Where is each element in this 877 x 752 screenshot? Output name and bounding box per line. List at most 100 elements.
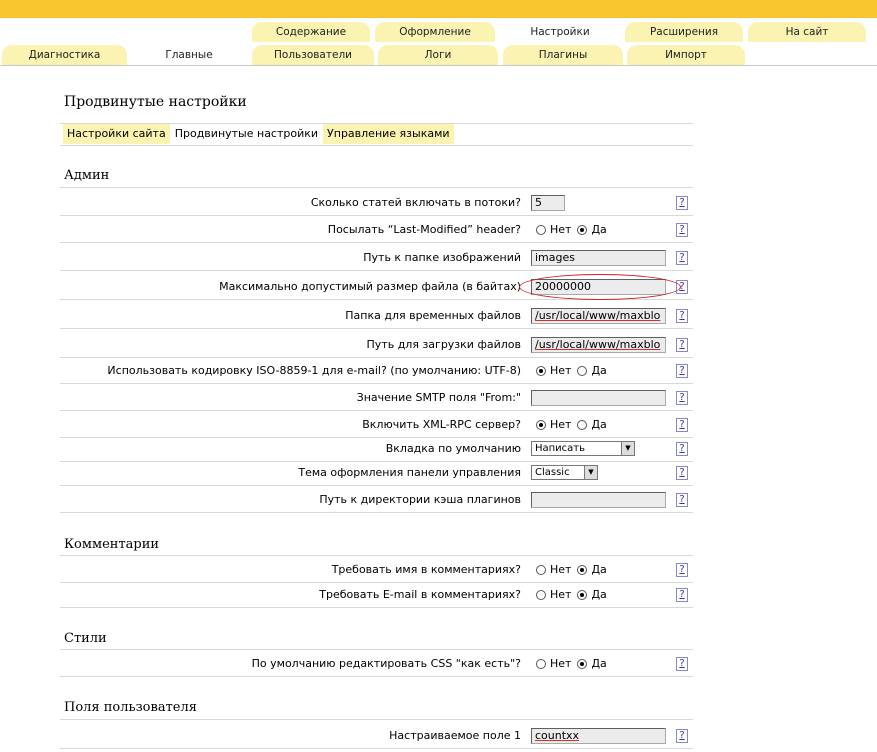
tab-site-settings[interactable]: Настройки сайта	[63, 124, 171, 144]
radio-label-no: Нет	[550, 657, 572, 670]
setting-label: Требовать имя в комментариях?	[331, 563, 521, 576]
help-icon[interactable]: ?	[676, 364, 688, 378]
setting-row-image-path: Путь к папке изображений images ?	[60, 245, 693, 271]
tab-diagnostics[interactable]: Диагностика	[2, 45, 127, 65]
temp-path-input[interactable]: /usr/local/www/maxblo	[531, 308, 666, 324]
setting-row-last-modified: Посылать “Last-Modified” header? Нет Да …	[60, 217, 693, 243]
setting-label: Путь для загрузки файлов	[366, 338, 521, 351]
help-icon[interactable]: ?	[676, 418, 688, 432]
settings-page-tabs: Настройки сайта Продвинутые настройки Уп…	[63, 124, 455, 144]
help-icon[interactable]: ?	[676, 309, 688, 323]
upload-path-input[interactable]: /usr/local/www/maxblo	[531, 337, 666, 353]
radio-no[interactable]	[536, 365, 546, 376]
help-icon[interactable]: ?	[676, 391, 688, 405]
custom-field-1-input[interactable]: countxx	[531, 728, 666, 744]
divider	[60, 719, 693, 720]
help-icon[interactable]: ?	[676, 442, 688, 456]
setting-label: Включить XML-RPC сервер?	[362, 418, 521, 431]
chevron-down-icon: ▼	[584, 466, 597, 479]
setting-label: Использовать кодировку ISO-8859-1 для e-…	[107, 364, 521, 377]
setting-row-iso-encoding: Использовать кодировку ISO-8859-1 для e-…	[60, 358, 693, 384]
section-title-admin: Админ	[64, 168, 110, 183]
tab-plugins[interactable]: Плагины	[503, 45, 623, 65]
radio-yes[interactable]	[577, 224, 588, 235]
radio-group: Нет Да	[536, 358, 613, 383]
setting-label: Максимально допустимый размер файла (в б…	[219, 280, 521, 293]
tab-settings[interactable]: Настройки	[500, 22, 620, 42]
smtp-from-input[interactable]	[531, 390, 666, 406]
help-icon[interactable]: ?	[676, 563, 688, 577]
tab-view-site[interactable]: На сайт	[748, 22, 866, 42]
articles-count-input[interactable]: 5	[531, 195, 565, 211]
setting-label: Требовать E-mail в комментариях?	[319, 588, 521, 601]
section-title-user-fields: Поля пользователя	[64, 700, 197, 715]
help-icon[interactable]: ?	[676, 493, 688, 507]
tab-language-management[interactable]: Управление языками	[323, 124, 455, 144]
setting-label: По умолчанию редактировать CSS "как есть…	[251, 657, 521, 670]
setting-row-custom-field-1: Настраиваемое поле 1 countxx ?	[60, 723, 693, 749]
setting-row-require-name: Требовать имя в комментариях? Нет Да ?	[60, 557, 693, 583]
radio-yes[interactable]	[577, 365, 588, 376]
help-icon[interactable]: ?	[676, 338, 688, 352]
tab-import[interactable]: Импорт	[627, 45, 745, 65]
section-title-styles: Стили	[64, 631, 107, 646]
radio-group: Нет Да	[536, 582, 613, 607]
custom-field-1-value: countxx	[535, 729, 580, 742]
tab-design[interactable]: Оформление	[375, 22, 495, 42]
setting-row-upload-path: Путь для загрузки файлов /usr/local/www/…	[60, 332, 693, 358]
tab-main[interactable]: Главные	[130, 45, 248, 65]
radio-no[interactable]	[536, 564, 546, 575]
section-title-comments: Комментарии	[64, 537, 160, 552]
divider	[60, 187, 693, 188]
admin-theme-select[interactable]: Classic ▼	[531, 465, 598, 480]
default-tab-select[interactable]: Написать ▼	[531, 441, 635, 456]
help-icon[interactable]: ?	[676, 729, 688, 743]
setting-label: Тема оформления панели управления	[298, 466, 521, 479]
help-icon[interactable]: ?	[676, 280, 688, 294]
image-path-input[interactable]: images	[531, 250, 666, 266]
tab-extensions[interactable]: Расширения	[625, 22, 743, 42]
radio-yes[interactable]	[577, 589, 588, 600]
tab-users[interactable]: Пользователи	[252, 45, 374, 65]
setting-row-admin-theme: Тема оформления панели управления Classi…	[60, 460, 693, 486]
max-file-size-input[interactable]: 20000000	[531, 279, 666, 295]
radio-label-yes: Да	[591, 418, 607, 431]
radio-label-yes: Да	[591, 588, 607, 601]
setting-label: Посылать “Last-Modified” header?	[327, 223, 521, 236]
radio-yes[interactable]	[577, 658, 588, 669]
setting-label: Настраиваемое поле 1	[389, 729, 521, 742]
setting-row-raw-css: По умолчанию редактировать CSS "как есть…	[60, 651, 693, 677]
default-tab-value: Написать	[535, 443, 586, 454]
help-icon[interactable]: ?	[676, 657, 688, 671]
tab-content[interactable]: Содержание	[252, 22, 370, 42]
upload-path-value: /usr/local/www/maxblo	[535, 338, 661, 351]
tab-advanced-settings[interactable]: Продвинутые настройки	[170, 124, 324, 144]
radio-yes[interactable]	[577, 419, 588, 430]
radio-group: Нет Да	[536, 651, 613, 676]
settings-subnav-tabs: Диагностика Главные Пользователи Логи Пл…	[0, 42, 877, 66]
help-icon[interactable]: ?	[676, 466, 688, 480]
temp-path-value: /usr/local/www/maxblo	[535, 309, 661, 322]
tab-logs[interactable]: Логи	[378, 45, 498, 65]
help-icon[interactable]: ?	[676, 196, 688, 210]
radio-no[interactable]	[536, 419, 546, 430]
help-icon[interactable]: ?	[676, 223, 688, 237]
help-icon[interactable]: ?	[676, 588, 688, 602]
radio-group: Нет Да	[536, 217, 613, 242]
radio-label-no: Нет	[550, 223, 572, 236]
help-icon[interactable]: ?	[676, 251, 688, 265]
radio-label-yes: Да	[591, 563, 607, 576]
setting-row-max-file-size: Максимально допустимый размер файла (в б…	[60, 274, 693, 300]
radio-no[interactable]	[536, 589, 546, 600]
radio-label-no: Нет	[550, 418, 572, 431]
setting-label: Вкладка по умолчанию	[385, 442, 521, 455]
radio-no[interactable]	[536, 224, 546, 235]
plugin-cache-input[interactable]	[531, 492, 666, 508]
page-title: Продвинутые настройки	[64, 94, 247, 110]
setting-row-xml-rpc: Включить XML-RPC сервер? Нет Да ?	[60, 412, 693, 438]
radio-group: Нет Да	[536, 557, 613, 582]
radio-no[interactable]	[536, 658, 546, 669]
radio-yes[interactable]	[577, 564, 588, 575]
chevron-down-icon: ▼	[621, 442, 634, 455]
setting-label: Значение SMTP поля "From:"	[356, 391, 521, 404]
